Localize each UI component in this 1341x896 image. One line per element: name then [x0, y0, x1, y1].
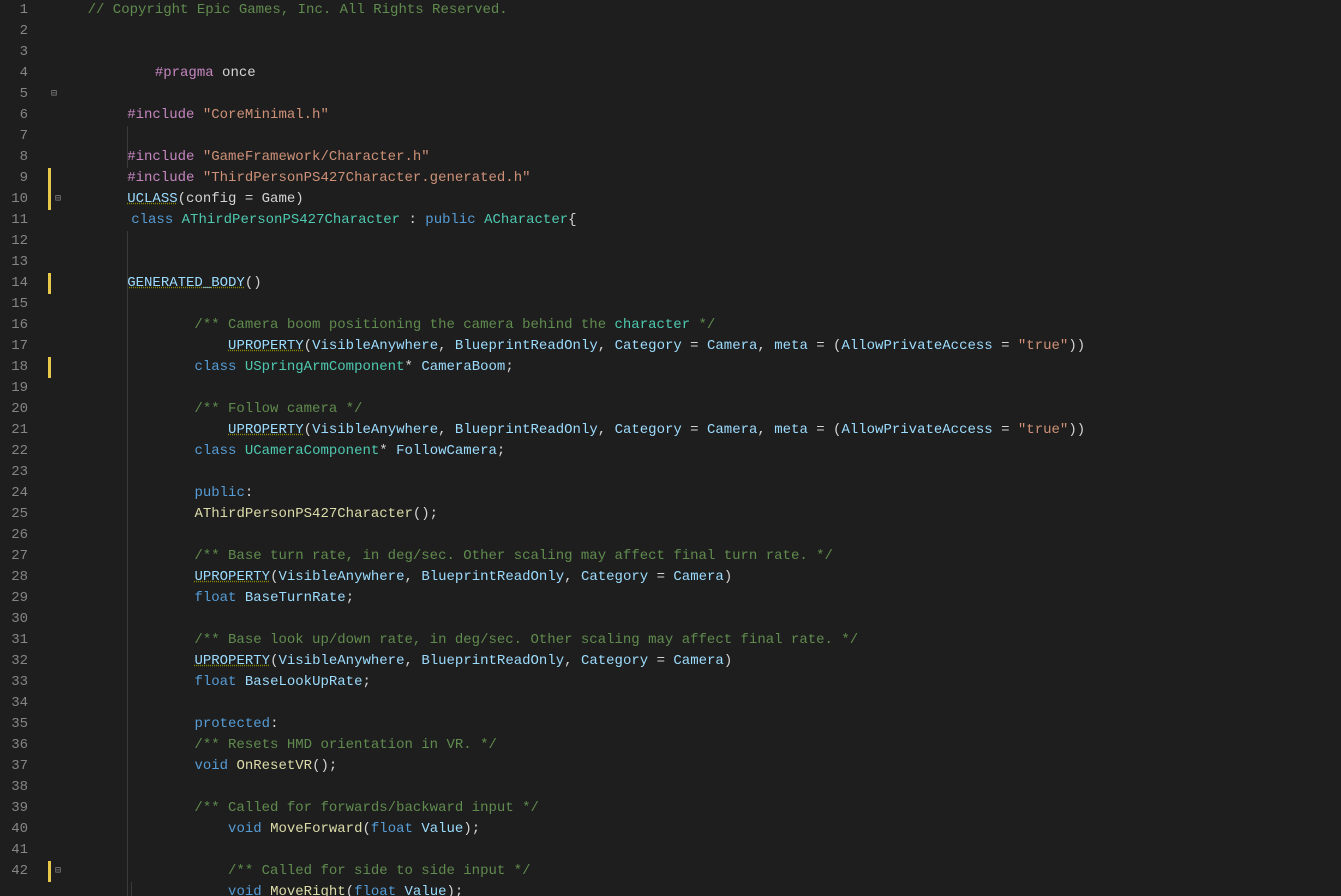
- line-11: 11 GENERATED_BODY(): [8, 210, 1341, 231]
- line-3: 3 #pragma once: [8, 42, 1341, 63]
- line-7: 7 #include "ThirdPersonPS427Character.ge…: [8, 126, 1341, 147]
- collapse-icon-42[interactable]: ⊟: [52, 861, 64, 882]
- line-35: 35: [8, 714, 1341, 735]
- line-2: 2: [8, 21, 1341, 42]
- line-16: 16: [8, 315, 1341, 336]
- code-content: 1 // Copyright Epic Games, Inc. All Righ…: [0, 0, 1341, 896]
- line-14: 14 UPROPERTY(VisibleAnywhere, BlueprintR…: [8, 273, 1341, 294]
- line-30: 30 float BaseLookUpRate;: [8, 609, 1341, 630]
- line-4: 4: [8, 63, 1341, 84]
- line-13: 13 /** Camera boom positioning the camer…: [8, 252, 1341, 273]
- line-10: 10 ⊟ class AThirdPersonPS427Character : …: [8, 189, 1341, 210]
- line-27: 27: [8, 546, 1341, 567]
- line-32: 32 protected:: [8, 651, 1341, 672]
- line-21: 21 public:: [8, 420, 1341, 441]
- line-41: 41: [8, 840, 1341, 861]
- line-5: 5 ⊟ #include "CoreMinimal.h": [8, 84, 1341, 105]
- line-37: 37 void MoveForward(float Value);: [8, 756, 1341, 777]
- line-18: 18 UPROPERTY(VisibleAnywhere, BlueprintR…: [8, 357, 1341, 378]
- line-19: 19 class UCameraComponent* FollowCamera;: [8, 378, 1341, 399]
- line-39: 39 /** Called for side to side input */: [8, 798, 1341, 819]
- line-26: 26 float BaseTurnRate;: [8, 525, 1341, 546]
- line-33: 33 /** Resets HMD orientation in VR. */: [8, 672, 1341, 693]
- line-24: 24 /** Base turn rate, in deg/sec. Other…: [8, 483, 1341, 504]
- collapse-icon-10[interactable]: ⊟: [52, 189, 64, 210]
- line-15: 15 class USpringArmComponent* CameraBoom…: [8, 294, 1341, 315]
- line-1: 1 // Copyright Epic Games, Inc. All Righ…: [8, 0, 1341, 21]
- line-20: 20: [8, 399, 1341, 420]
- line-40: 40 void MoveRight(float Value);: [8, 819, 1341, 840]
- line-8: 8: [8, 147, 1341, 168]
- line-12: 12: [8, 231, 1341, 252]
- collapse-icon-5[interactable]: ⊟: [48, 84, 60, 105]
- line-36: 36 /** Called for forwards/backward inpu…: [8, 735, 1341, 756]
- line-42: 42 ⊟ /**: [8, 861, 1341, 882]
- code-editor[interactable]: 1 // Copyright Epic Games, Inc. All Righ…: [0, 0, 1341, 896]
- line-31: 31: [8, 630, 1341, 651]
- line-17: 17 /** Follow camera */: [8, 336, 1341, 357]
- line-22: 22 AThirdPersonPS427Character();: [8, 441, 1341, 462]
- line-29: 29 UPROPERTY(VisibleAnywhere, BlueprintR…: [8, 588, 1341, 609]
- line-23: 23: [8, 462, 1341, 483]
- line-28: 28 /** Base look up/down rate, in deg/se…: [8, 567, 1341, 588]
- line-34: 34 void OnResetVR();: [8, 693, 1341, 714]
- line-6: 6 #include "GameFramework/Character.h": [8, 105, 1341, 126]
- line-9: 9 UCLASS(config = Game): [8, 168, 1341, 189]
- line-38: 38: [8, 777, 1341, 798]
- line-25: 25 UPROPERTY(VisibleAnywhere, BlueprintR…: [8, 504, 1341, 525]
